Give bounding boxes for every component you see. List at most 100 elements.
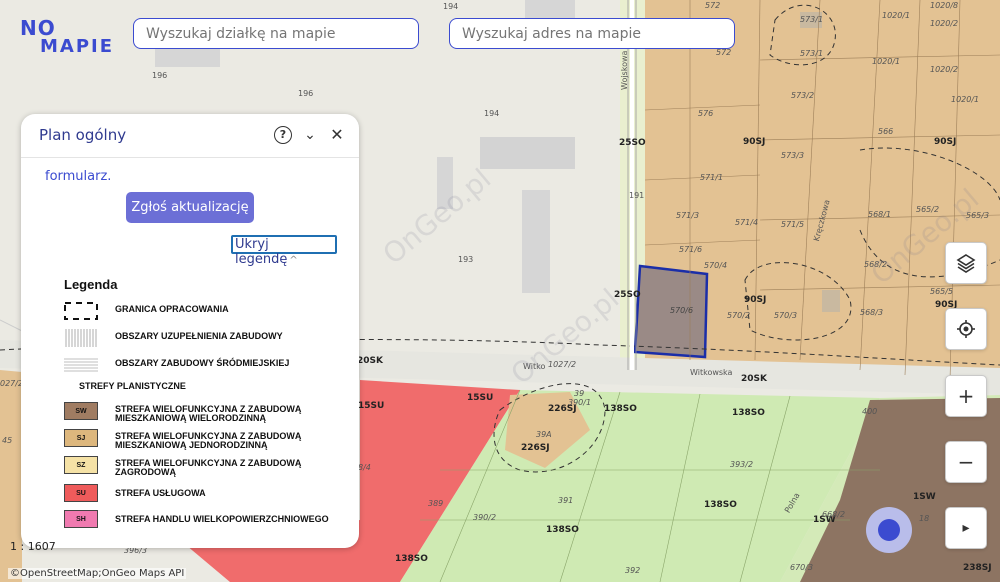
parcel-label: 573/3 <box>781 151 805 160</box>
parcel-label: 570/4 <box>704 261 728 270</box>
zoom-out-button[interactable]: − <box>945 441 987 483</box>
map-scale: 1 : 1607 <box>10 540 56 553</box>
legend-label: STREFA WIELOFUNKCYJNA Z ZABUDOWĄ MIESZKAN… <box>115 431 302 450</box>
zone-swatch: SH <box>64 510 98 528</box>
zone-label: 90SJ <box>934 137 957 147</box>
parcel-label: 194 <box>484 109 500 118</box>
parcel-label: 39A <box>536 430 552 439</box>
parcel-label: 194 <box>443 2 459 11</box>
panel-title: Plan ogólny <box>39 126 127 144</box>
parcel-label: 576 <box>698 109 714 118</box>
legend-label: STREFA WIELOFUNKCYJNA Z ZABUDOWĄ MIESZKAN… <box>115 404 302 423</box>
zone-label: 138SO <box>604 404 637 414</box>
legend-label: GRANICA OPRACOWANIA <box>115 304 229 314</box>
legend-item-downtown: OBSZARY ZABUDOWY ŚRÓDMIEJSKIEJ <box>64 356 344 376</box>
map-attribution[interactable]: ©OpenStreetMap;OnGeo Maps API <box>8 568 187 579</box>
parcel-label: 391 <box>558 496 574 505</box>
parcel-label: 39 <box>574 389 585 398</box>
zone-label: 138SO <box>732 408 765 418</box>
zone-label: 1SW <box>913 492 936 502</box>
legend-label: OBSZARY UZUPEŁNIENIA ZABUDOWY <box>115 331 283 341</box>
parcel-label: 573/2 <box>791 91 815 100</box>
parcel-label: 1020/8 <box>930 1 959 10</box>
parcel-label: 45 <box>2 436 13 445</box>
parcel-label: 568/1 <box>868 210 892 219</box>
parcel-label: 1020/1 <box>951 95 980 104</box>
help-icon[interactable]: ? <box>274 126 292 144</box>
zone-label: 226SJ <box>521 443 550 453</box>
parcel-label: 570/2 <box>727 311 751 320</box>
parcel-label: 568/3 <box>860 308 884 317</box>
zone-label: 15SU <box>467 393 494 403</box>
horizontal-hatch-icon <box>64 356 98 374</box>
street-label: Wojskowa <box>620 50 629 90</box>
legend-label: STREFA HANDLU WIELKOPOWIERZCHNIOWEGO <box>115 514 329 524</box>
legend-zone-sw: SW STREFA WIELOFUNKCYJNA Z ZABUDOWĄ MIESZ… <box>64 402 344 423</box>
hide-legend-label: Ukryj legendę <box>235 237 288 267</box>
parcel-label: 196 <box>152 71 168 80</box>
zone-label: 15SU <box>358 401 385 411</box>
zone-swatch: SU <box>64 484 98 502</box>
plus-icon: + <box>957 384 975 408</box>
parcel-label: 389 <box>428 499 444 508</box>
legend-zone-su: SU STREFA USŁUGOWA <box>64 484 344 504</box>
parcel-label: 572 <box>716 48 732 57</box>
parcel-label: 571/3 <box>676 211 700 220</box>
locate-button[interactable] <box>945 308 987 350</box>
parcel-label: 573/1 <box>800 49 824 58</box>
parcel-label: 571/6 <box>679 245 703 254</box>
form-link-text[interactable]: formularz. <box>45 169 111 184</box>
chat-icon <box>878 519 900 541</box>
parcel-label: 571/4 <box>735 218 759 227</box>
locate-icon <box>957 320 975 338</box>
hide-legend-toggle[interactable]: Ukryj legendę ^ <box>231 235 337 267</box>
close-icon[interactable]: ✕ <box>328 126 346 144</box>
plan-panel: Plan ogólny ? ⌄ ✕ formularz. Zgłoś aktua… <box>21 114 359 548</box>
parcel-label: 027/2 <box>0 379 24 388</box>
legend-zone-sj: SJ STREFA WIELOFUNKCYJNA Z ZABUDOWĄ MIESZ… <box>64 429 344 450</box>
zone-label: 90SJ <box>744 295 767 305</box>
parcel-label: 1020/1 <box>872 57 901 66</box>
logo-top: NO <box>20 16 56 40</box>
chevron-down-icon[interactable]: ⌄ <box>301 126 319 144</box>
zone-swatch: SJ <box>64 429 98 447</box>
parcel-label: 400 <box>862 407 878 416</box>
logo-bottom: MAPIE <box>40 36 115 57</box>
zone-label: 25SO <box>619 138 646 148</box>
legend-subheader: STREFY PLANISTYCZNE <box>79 381 186 391</box>
zone-swatch: SW <box>64 402 98 420</box>
address-search-input[interactable] <box>449 18 735 49</box>
parcel-label: 1020/2 <box>930 65 959 74</box>
zoom-in-button[interactable]: + <box>945 375 987 417</box>
parcel-label: 570/3 <box>774 311 798 320</box>
parcel-label: 571/1 <box>700 173 724 182</box>
parcel-label: 668/2 <box>822 510 846 519</box>
parcel-label: 390/1 <box>568 398 592 407</box>
chat-button[interactable] <box>866 507 912 553</box>
parcel-label: 18 <box>919 514 930 523</box>
legend-label: STREFA USŁUGOWA <box>115 488 206 498</box>
parcel-label: 572 <box>705 1 721 10</box>
zone-label: 20SK <box>357 356 383 366</box>
parcel-label: 570/6 <box>670 306 694 315</box>
minus-icon: − <box>957 450 975 474</box>
panel-header: Plan ogólny ? ⌄ ✕ <box>21 114 359 158</box>
expand-button[interactable]: ▸ <box>945 507 987 549</box>
parcel-label: 566 <box>878 127 894 136</box>
legend-title: Legenda <box>64 277 118 292</box>
report-update-button[interactable]: Zgłoś aktualizację <box>126 192 254 223</box>
plot-search-input[interactable] <box>133 18 419 49</box>
parcel-label: 1020/2 <box>930 19 959 28</box>
layers-button[interactable] <box>945 242 987 284</box>
legend-label: STREFA WIELOFUNKCYJNA Z ZABUDOWĄ ZAGRODOW… <box>115 458 302 477</box>
logo[interactable]: NO MAPIE <box>20 18 114 56</box>
street-label: Witkowska <box>690 368 733 377</box>
chevron-up-icon: ^ <box>289 255 298 266</box>
legend-label: OBSZARY ZABUDOWY ŚRÓDMIEJSKIEJ <box>115 358 290 368</box>
parcel-label: 670/3 <box>790 563 814 572</box>
parcel-label: 8/4 <box>358 463 371 472</box>
parcel-label: 196 <box>298 89 314 98</box>
parcel-label: 565/5 <box>930 287 954 296</box>
parcel-label: 573/1 <box>800 15 824 24</box>
legend-zone-sh: SH STREFA HANDLU WIELKOPOWIERZCHNIOWEGO <box>64 510 344 530</box>
